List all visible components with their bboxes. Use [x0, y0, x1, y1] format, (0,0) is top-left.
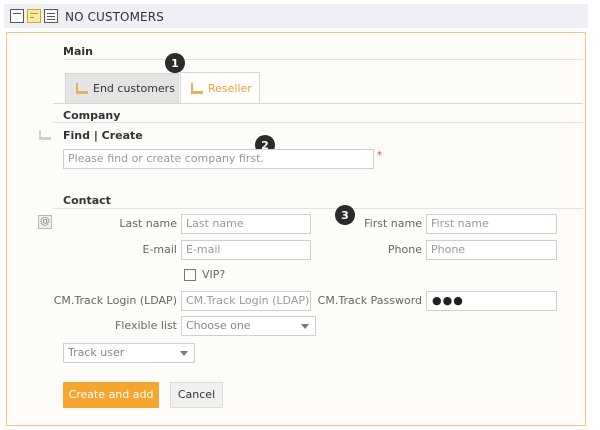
vip-label: VIP?: [202, 268, 226, 281]
form-panel: Main End customers Reseller 1 Company Fi…: [6, 32, 586, 426]
flexible-list-value: Choose one: [186, 319, 251, 332]
company-icon: [76, 83, 88, 94]
phone-label: Phone: [387, 243, 422, 256]
ldap-login-label: CM.Track Login (LDAP): [53, 294, 177, 307]
page-title: NO CUSTOMERS: [65, 10, 164, 24]
tab-end-customers[interactable]: End customers: [65, 73, 179, 103]
chevron-down-icon: [180, 351, 188, 356]
header-bar: NO CUSTOMERS: [4, 4, 588, 28]
main-section-label: Main: [63, 45, 93, 58]
ldap-login-input[interactable]: CM.Track Login (LDAP): [181, 291, 311, 311]
email-input[interactable]: E-mail: [181, 240, 311, 260]
company-search-input[interactable]: Please find or create company first.: [63, 149, 374, 169]
last-name-label: Last name: [119, 217, 177, 230]
flexible-list-label: Flexible list: [115, 319, 177, 332]
create-and-add-button[interactable]: Create and add: [63, 382, 159, 408]
track-user-select[interactable]: Track user: [63, 343, 195, 363]
contact-section-label: Contact: [63, 194, 111, 207]
main-divider: [63, 59, 583, 60]
company-icon: [191, 82, 203, 94]
flexible-list-select[interactable]: Choose one: [181, 316, 316, 336]
password-dots: ●●●: [432, 294, 464, 307]
first-name-label: First name: [364, 217, 422, 230]
password-label: CM.Track Password: [317, 294, 422, 307]
phone-input[interactable]: Phone: [426, 240, 557, 260]
tab-label: Reseller: [208, 81, 252, 95]
company-section-label: Company: [63, 109, 121, 122]
first-name-input[interactable]: First name: [426, 214, 557, 234]
find-create-label: Find | Create: [63, 129, 143, 142]
chevron-down-icon: [301, 324, 309, 329]
password-input[interactable]: ●●●: [426, 291, 557, 311]
last-name-input[interactable]: Last name: [181, 214, 311, 234]
step-badge-1: 1: [165, 53, 185, 73]
tab-reseller[interactable]: Reseller: [180, 72, 260, 103]
card-view-icon[interactable]: [10, 9, 24, 23]
email-label: E-mail: [142, 243, 178, 256]
company-divider: [53, 122, 583, 123]
form-view-icon[interactable]: [27, 9, 41, 23]
list-view-icon[interactable]: [44, 9, 58, 23]
at-sign-icon: @: [38, 215, 52, 229]
tabs-baseline: [53, 103, 583, 104]
track-user-value: Track user: [68, 346, 125, 359]
tab-label: End customers: [93, 82, 175, 95]
required-mark: *: [377, 150, 382, 161]
company-icon: [39, 130, 51, 140]
vip-checkbox[interactable]: [184, 269, 196, 281]
contact-divider: [53, 208, 583, 209]
cancel-button[interactable]: Cancel: [170, 382, 223, 408]
